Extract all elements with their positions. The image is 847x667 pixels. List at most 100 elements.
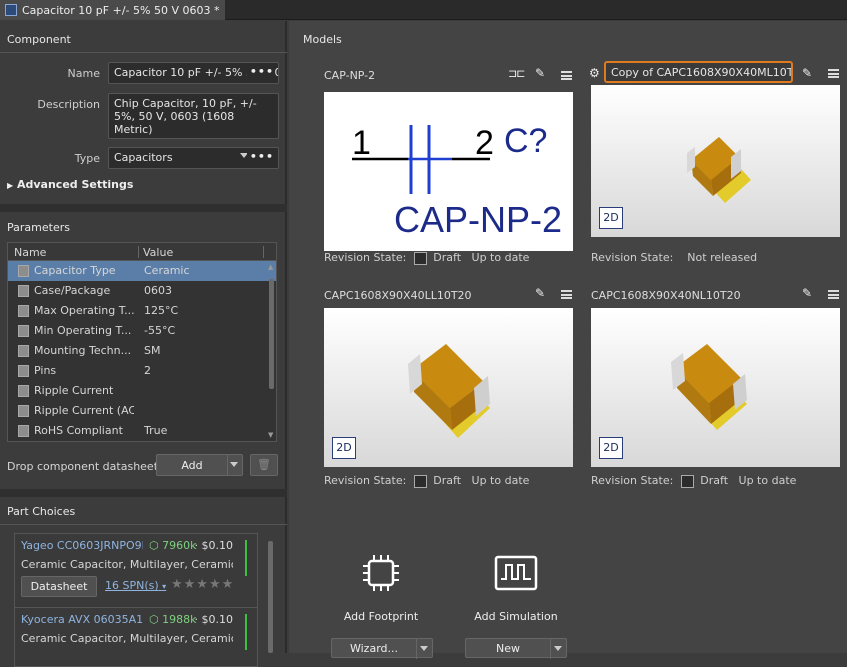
type-more-button[interactable]: ••• bbox=[246, 150, 274, 163]
chevron-down-icon[interactable] bbox=[554, 646, 562, 651]
col-value-header[interactable]: Value bbox=[143, 246, 173, 259]
add-simulation-label: Add Simulation bbox=[474, 610, 558, 623]
parameter-value: True bbox=[144, 424, 168, 437]
table-row[interactable]: Capacitor Type Ceramic bbox=[8, 261, 276, 281]
parameter-icon bbox=[18, 325, 29, 337]
divider bbox=[138, 246, 139, 258]
revision-draft-text: Draft bbox=[433, 251, 462, 264]
price-value: · $0.10 bbox=[194, 539, 234, 552]
part-choice-card[interactable]: Kyocera AVX 06035A100 ⬡ 1988k · $0.10 Ce… bbox=[14, 607, 258, 667]
spn-dropdown[interactable]: 16 SPN(s) ▾ bbox=[105, 579, 166, 592]
section-separator bbox=[0, 204, 287, 212]
part-title-link[interactable]: Kyocera AVX 06035A100 bbox=[21, 613, 143, 626]
part-title-link[interactable]: Yageo CC0603JRNPO9BN bbox=[21, 539, 143, 552]
model-title: CAP-NP-2 bbox=[324, 69, 376, 82]
revision-state-row: Revision State: Not released bbox=[591, 251, 757, 264]
parameter-icon bbox=[18, 425, 29, 437]
symbol-preview[interactable]: 1 2 C? CAP-NP-2 bbox=[324, 92, 573, 251]
divider bbox=[416, 639, 417, 659]
menu-icon[interactable] bbox=[561, 71, 572, 80]
wizard-button[interactable]: Wizard... bbox=[331, 638, 433, 659]
section-separator bbox=[0, 489, 287, 497]
description-label: Description bbox=[37, 98, 100, 111]
col-name-header[interactable]: Name bbox=[14, 246, 46, 259]
revision-state-row: Revision State: Draft Up to date bbox=[324, 474, 529, 488]
delete-datasheet-button[interactable]: 🗑 bbox=[250, 454, 278, 476]
revision-status-text: Up to date bbox=[471, 474, 530, 487]
revision-status-text: Not released bbox=[687, 251, 758, 264]
component-icon bbox=[5, 4, 17, 16]
chevron-down-icon[interactable] bbox=[420, 646, 428, 651]
table-row[interactable]: Ripple Current (AC) bbox=[8, 401, 276, 421]
part-choices-scrollbar[interactable] bbox=[268, 541, 273, 653]
divider bbox=[550, 639, 551, 659]
symbol-pins-icon[interactable]: ⊐⊏ bbox=[508, 67, 525, 80]
draft-checkbox[interactable] bbox=[414, 474, 428, 488]
footprint-preview[interactable]: 2D bbox=[591, 85, 840, 237]
divider bbox=[227, 455, 228, 475]
parameter-value: 2 bbox=[144, 364, 151, 377]
revision-label: Revision State: bbox=[324, 251, 407, 264]
table-row[interactable]: Max Operating T... 125°C bbox=[8, 301, 276, 321]
edit-pencil-icon[interactable]: ✎ bbox=[802, 286, 812, 300]
footprint-preview[interactable]: 2D bbox=[591, 308, 840, 467]
revision-status-text: Up to date bbox=[471, 251, 530, 264]
new-button-label: New bbox=[496, 642, 520, 655]
draft-checkbox[interactable] bbox=[681, 474, 695, 488]
name-more-button[interactable]: ••• bbox=[246, 65, 274, 78]
2d-toggle-button[interactable]: 2D bbox=[599, 437, 623, 459]
datasheet-label: Drop component datasheet bbox=[7, 460, 159, 473]
table-row[interactable]: RoHS Compliant True bbox=[8, 421, 276, 441]
revision-draft-text: Draft bbox=[433, 474, 462, 487]
new-simulation-button[interactable]: New bbox=[465, 638, 567, 659]
table-row[interactable]: Min Operating T... -55°C bbox=[8, 321, 276, 341]
2d-toggle-button[interactable]: 2D bbox=[332, 437, 356, 459]
advanced-settings-toggle[interactable]: ▶ Advanced Settings bbox=[7, 178, 133, 191]
model-title: CAPC1608X90X40LL10T20 bbox=[324, 289, 472, 302]
table-row[interactable]: Case/Package 0603 bbox=[8, 281, 276, 301]
parameters-section-title: Parameters bbox=[7, 221, 70, 234]
model-title-field[interactable]: Copy of CAPC1608X90X40ML10T20 bbox=[604, 61, 793, 83]
parameter-icon bbox=[18, 265, 29, 277]
parameter-name: Ripple Current (AC) bbox=[34, 404, 134, 417]
name-field[interactable]: Capacitor 10 pF +/- 5% 50 V 0603 ••• bbox=[108, 62, 279, 84]
parameter-name: Case/Package bbox=[34, 284, 111, 297]
revision-status-text: Up to date bbox=[738, 474, 797, 487]
edit-pencil-icon[interactable]: ✎ bbox=[535, 66, 545, 80]
add-datasheet-button[interactable]: Add bbox=[156, 454, 243, 476]
menu-icon[interactable] bbox=[828, 69, 839, 78]
table-row[interactable]: Mounting Techn... SM bbox=[8, 341, 276, 361]
revision-state-row: Revision State: Draft Up to date bbox=[591, 474, 796, 488]
draft-checkbox[interactable] bbox=[414, 251, 428, 265]
2d-toggle-button[interactable]: 2D bbox=[599, 207, 623, 229]
table-scrollbar[interactable]: ▲ ▼ bbox=[266, 261, 276, 441]
document-tab[interactable]: Capacitor 10 pF +/- 5% 50 V 0603 * bbox=[0, 0, 226, 20]
edit-pencil-icon[interactable]: ✎ bbox=[535, 286, 545, 300]
parameter-name: Pins bbox=[34, 364, 57, 377]
edit-pencil-icon[interactable]: ✎ bbox=[802, 66, 812, 80]
scroll-up-icon[interactable]: ▲ bbox=[268, 263, 273, 271]
parameter-value: SM bbox=[144, 344, 161, 357]
parameter-name: Max Operating T... bbox=[34, 304, 134, 317]
parameter-value: 125°C bbox=[144, 304, 179, 317]
models-panel: Models CAP-NP-2 ⊐⊏ ✎ 1 2 C? CAP-NP-2 Rev… bbox=[289, 21, 847, 659]
description-field[interactable]: Chip Capacitor, 10 pF, +/- 5%, 50 V, 060… bbox=[108, 93, 279, 139]
scroll-down-icon[interactable]: ▼ bbox=[268, 431, 273, 439]
capacitor-3d-graphic bbox=[687, 137, 751, 203]
menu-icon[interactable] bbox=[828, 290, 839, 299]
table-row[interactable]: Pins 2 bbox=[8, 361, 276, 381]
name-label: Name bbox=[67, 67, 100, 80]
table-row[interactable]: Ripple Current bbox=[8, 381, 276, 401]
datasheet-button[interactable]: Datasheet bbox=[21, 576, 97, 597]
footprint-preview[interactable]: 2D bbox=[324, 308, 573, 467]
parameter-icon bbox=[18, 405, 29, 417]
designator-label: C? bbox=[504, 122, 547, 160]
menu-icon[interactable] bbox=[561, 290, 572, 299]
footprint-icon[interactable]: ⚙ bbox=[589, 66, 600, 80]
parameter-value: -55°C bbox=[144, 324, 176, 337]
parameter-name: Mounting Techn... bbox=[34, 344, 132, 357]
scroll-thumb[interactable] bbox=[269, 279, 274, 389]
chevron-down-icon[interactable] bbox=[230, 462, 238, 467]
type-select[interactable]: Capacitors ••• bbox=[108, 147, 279, 169]
divider bbox=[0, 524, 287, 525]
